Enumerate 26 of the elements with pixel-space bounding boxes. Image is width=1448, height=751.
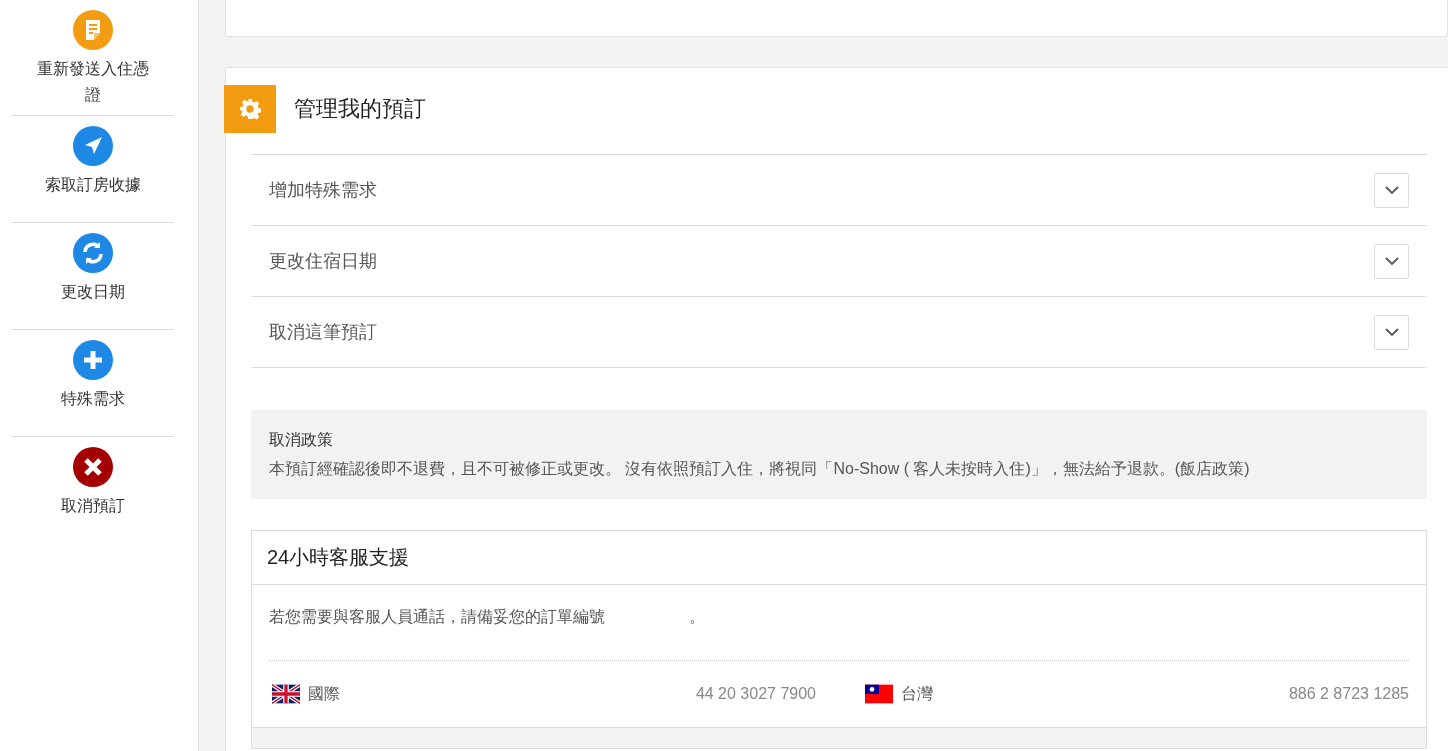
phone-number: 44 20 3027 7900 — [695, 685, 816, 703]
flag-icon — [272, 684, 300, 704]
support-title: 24小時客服支援 — [267, 545, 410, 570]
sidebar-link[interactable]: 重新發送入住憑證 — [33, 56, 152, 108]
plus-icon[interactable] — [72, 340, 113, 380]
country-label: 台灣 — [901, 683, 933, 704]
sidebar-link[interactable]: 更改日期 — [60, 279, 125, 305]
sidebar-link[interactable]: 索取訂房收據 — [44, 172, 141, 198]
phone-number: 886 2 8723 1285 — [1288, 685, 1409, 703]
accordion-item[interactable]: 增加特殊需求 — [269, 178, 377, 202]
expand-button[interactable] — [1374, 172, 1409, 208]
sidebar-link[interactable]: 特殊需求 — [60, 386, 125, 412]
close-icon[interactable] — [72, 447, 113, 487]
policy-text: 本預訂經確認後即不退費，且不可被修正或更改。 沒有依照預訂入住，將視同「No-Show ( 客人未按時入住)」，無法給予退款。(飯店政策) — [269, 459, 1251, 479]
support-message: 若您需要與客服人員通話，請備妥您的訂單編號 — [269, 607, 605, 627]
flag-icon — [865, 684, 893, 704]
period-text: 。 — [689, 607, 705, 627]
refresh-icon[interactable] — [72, 233, 113, 273]
accordion-item[interactable]: 更改住宿日期 — [269, 249, 377, 273]
expand-button[interactable] — [1374, 243, 1409, 279]
country-label: 國際 — [308, 683, 340, 704]
expand-button[interactable] — [1374, 314, 1409, 350]
sidebar-link[interactable]: 取消預訂 — [60, 493, 125, 519]
section-title: 管理我的預訂 — [294, 95, 426, 123]
policy-title: 取消政策 — [269, 430, 334, 450]
accordion-item[interactable]: 取消這筆預訂 — [269, 320, 377, 344]
